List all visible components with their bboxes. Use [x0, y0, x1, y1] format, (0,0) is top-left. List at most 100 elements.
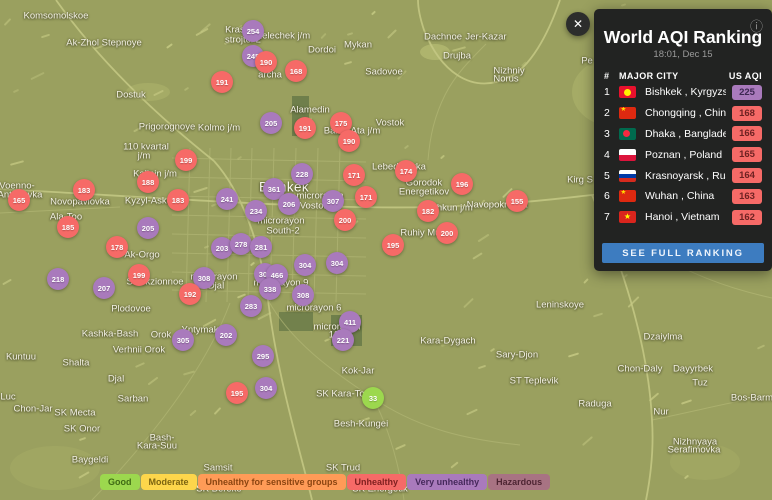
map-label: Shalta [62, 357, 90, 369]
aqi-marker[interactable]: 155 [506, 190, 528, 212]
city-name: Bishkek , Kyrgyzstan [645, 86, 726, 99]
city-name: Wuhan , China [645, 190, 715, 203]
aqi-marker[interactable]: 205 [260, 112, 282, 134]
map-label: Ak-Orgo [124, 249, 160, 261]
panel-title: World AQI Ranking [603, 27, 763, 47]
aqi-marker[interactable]: 183 [167, 189, 189, 211]
country-flag-icon [619, 107, 636, 120]
aqi-marker[interactable]: 295 [252, 345, 274, 367]
aqi-marker[interactable]: 305 [172, 329, 194, 351]
rank-number: 7 [604, 211, 610, 224]
aqi-marker[interactable]: 195 [226, 382, 248, 404]
aqi-marker[interactable]: 196 [451, 173, 473, 195]
ranking-row[interactable]: 3 Dhaka , Bangladesh 166 [594, 124, 772, 145]
aqi-marker[interactable]: 168 [285, 60, 307, 82]
col-aqi: US AQI [728, 70, 762, 81]
map-label: Dzaiylma [643, 331, 683, 343]
aqi-marker[interactable]: 221 [332, 329, 354, 351]
map-label: Raduga [578, 398, 612, 410]
aqi-marker[interactable]: 218 [47, 268, 69, 290]
city-name: Dhaka , Bangladesh [645, 127, 726, 140]
map-label: Pe [581, 55, 593, 67]
aqi-value-chip: 225 [732, 84, 762, 100]
ranking-rows: 1 Bishkek , Kyrgyzstan 225 2 Chongqing , Chi… [594, 82, 772, 228]
aqi-marker[interactable]: 304 [294, 254, 316, 276]
ranking-row[interactable]: 4 Poznan , Poland 165 [594, 144, 772, 165]
ranking-row[interactable]: 1 Bishkek , Kyrgyzstan 225 [594, 82, 772, 103]
aqi-marker[interactable]: 200 [334, 209, 356, 231]
aqi-marker[interactable]: 195 [382, 234, 404, 256]
ranking-row[interactable]: 6 Wuhan , China 163 [594, 186, 772, 207]
map-label: Plodovoe [111, 303, 151, 315]
map-label: Sadovoe [365, 66, 403, 78]
map-label: Kashka-Bash [81, 328, 139, 340]
aqi-marker[interactable]: 165 [8, 189, 30, 211]
aqi-marker[interactable]: 190 [338, 130, 360, 152]
legend-chip: Hazardous [488, 474, 551, 490]
aqi-marker[interactable]: 171 [355, 186, 377, 208]
aqi-value-chip: 162 [732, 209, 762, 225]
aqi-value-chip: 164 [732, 168, 762, 184]
map-label: Baygeldi [71, 454, 109, 466]
aqi-marker[interactable]: 191 [211, 71, 233, 93]
aqi-marker[interactable]: 171 [343, 164, 365, 186]
map-label: South-2 [266, 225, 300, 237]
see-full-ranking-button[interactable]: SEE FULL RANKING [602, 243, 764, 263]
rank-number: 3 [604, 127, 610, 140]
aqi-marker[interactable]: 178 [106, 236, 128, 258]
aqi-marker[interactable]: 283 [240, 295, 262, 317]
map-label: Drujba [443, 50, 471, 62]
ranking-row[interactable]: 5 Krasnoyarsk , Russia 164 [594, 165, 772, 186]
map-label: microrayon 6 [286, 302, 342, 314]
aqi-marker[interactable]: 185 [57, 216, 79, 238]
aqi-marker[interactable]: 206 [278, 193, 300, 215]
legend-chip: Moderate [140, 474, 197, 490]
legend-chip: Unhealthy [346, 474, 407, 490]
map-label: Besh-Kungei [333, 418, 389, 430]
aqi-marker[interactable]: 33 [362, 387, 384, 409]
map-label: Bos-Barmak [730, 392, 772, 404]
close-icon[interactable]: ✕ [566, 12, 590, 36]
map-label: Djal [107, 373, 125, 385]
ranking-row[interactable]: 7 Hanoi , Vietnam 162 [594, 207, 772, 228]
map[interactable]: Komsomolskoe Ak-Zhol Stepnoye Dostuk Prigor… [0, 0, 772, 500]
country-flag-icon [619, 127, 636, 140]
rank-number: 2 [604, 107, 610, 120]
aqi-marker[interactable]: 174 [395, 160, 417, 182]
aqi-marker[interactable]: 202 [215, 324, 237, 346]
map-label: Nur [653, 406, 669, 418]
aqi-marker[interactable]: 199 [128, 264, 150, 286]
aqi-marker[interactable]: 338 [259, 278, 281, 300]
info-icon[interactable]: ⓘ [750, 16, 763, 35]
aqi-marker[interactable]: 241 [216, 188, 238, 210]
map-label: Dordoi [308, 44, 336, 56]
aqi-marker[interactable]: 254 [242, 20, 264, 42]
map-label: Leninskoye [535, 299, 585, 311]
legend-chip: Good [100, 474, 140, 490]
aqi-marker[interactable]: 188 [137, 171, 159, 193]
country-flag-icon [619, 169, 636, 182]
aqi-marker[interactable]: 228 [291, 163, 313, 185]
aqi-marker[interactable]: 199 [175, 149, 197, 171]
aqi-marker[interactable]: 183 [73, 179, 95, 201]
map-label: SK Trud [325, 462, 361, 474]
aqi-marker[interactable]: 281 [250, 236, 272, 258]
aqi-marker[interactable]: 205 [137, 217, 159, 239]
ranking-row[interactable]: 2 Chongqing , China 168 [594, 103, 772, 124]
city-name: Chongqing , China [645, 107, 726, 120]
aqi-marker[interactable]: 234 [245, 200, 267, 222]
aqi-marker[interactable]: 304 [255, 377, 277, 399]
aqi-value-chip: 168 [732, 105, 762, 121]
aqi-marker[interactable]: 308 [292, 284, 314, 306]
aqi-marker[interactable]: 278 [230, 233, 252, 255]
map-label: Sary-Djon [495, 349, 539, 361]
aqi-marker[interactable]: 304 [326, 252, 348, 274]
aqi-marker[interactable]: 191 [294, 117, 316, 139]
aqi-marker[interactable]: 190 [255, 51, 277, 73]
aqi-marker[interactable]: 192 [179, 283, 201, 305]
map-label: Orok [150, 329, 172, 341]
aqi-marker[interactable]: 207 [93, 277, 115, 299]
aqi-marker[interactable]: 182 [417, 200, 439, 222]
map-label: Sarban [117, 393, 149, 405]
aqi-marker[interactable]: 200 [436, 222, 458, 244]
